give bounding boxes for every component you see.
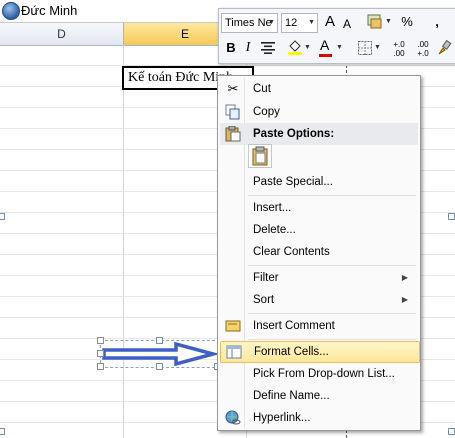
align-center-icon <box>261 42 275 54</box>
comment-icon <box>225 318 241 334</box>
name-bar-text: Đức Minh <box>21 3 78 18</box>
shape-handle[interactable] <box>156 363 163 370</box>
font-name-combo[interactable]: Times Ne ▼ <box>221 13 278 33</box>
paste-option-button[interactable] <box>248 144 272 168</box>
chevron-down-icon: ▼ <box>336 44 343 51</box>
shrink-font-button[interactable]: A <box>341 14 353 34</box>
shape-handle[interactable] <box>156 337 163 344</box>
menu-item-sort[interactable]: Sort ▶ <box>220 289 418 311</box>
accounting-format-icon <box>367 14 382 29</box>
number-format-button[interactable]: ▼ <box>359 12 395 32</box>
menu-item-cut[interactable]: ✂ Cut <box>220 78 418 100</box>
italic-button[interactable]: I <box>241 38 255 58</box>
menu-header-paste-options: Paste Options: <box>220 123 418 145</box>
chevron-down-icon: ▼ <box>304 44 311 51</box>
font-size-combo[interactable]: 12 ▼ <box>281 13 318 33</box>
bold-button[interactable]: B <box>223 38 239 58</box>
font-color-swatch <box>319 54 332 57</box>
scissors-icon: ✂ <box>227 81 239 96</box>
menu-item-define-name[interactable]: Define Name... <box>220 385 418 407</box>
column-header-d[interactable]: D <box>0 23 124 45</box>
hyperlink-icon <box>225 410 241 426</box>
menu-item-pick-from-dropdown[interactable]: Pick From Drop-down List... <box>220 363 418 385</box>
borders-icon <box>358 41 372 55</box>
mini-toolbar: Times Ne ▼ 12 ▼ A A ▼ % , B I ▼ A ▼ ▼ +.… <box>218 8 455 64</box>
office-orb-icon[interactable] <box>2 2 20 20</box>
borders-button[interactable]: ▼ <box>357 38 381 58</box>
paste-clipboard-icon <box>252 146 268 166</box>
increase-decimal-icon: +.0 .00 <box>393 40 405 58</box>
context-menu: ✂ Cut Copy Paste Options: Paste Special.… <box>217 75 421 431</box>
selection-handle[interactable] <box>448 213 455 220</box>
menu-item-clear-contents[interactable]: Clear Contents <box>220 241 418 263</box>
chevron-down-icon: ▼ <box>308 19 315 26</box>
copy-icon <box>225 104 241 120</box>
menu-item-copy[interactable]: Copy <box>220 101 418 123</box>
selection-handle[interactable] <box>0 428 5 435</box>
fill-color-button[interactable]: ▼ <box>285 38 311 58</box>
submenu-arrow-icon: ▶ <box>401 295 408 304</box>
chevron-down-icon: ▼ <box>374 44 381 51</box>
format-cells-icon <box>226 344 242 360</box>
menu-item-insert-comment[interactable]: Insert Comment <box>220 315 418 337</box>
decrease-decimal-icon: .00 +.0 <box>417 40 429 58</box>
menu-item-insert[interactable]: Insert... <box>220 197 418 219</box>
format-painter-button[interactable] <box>435 38 453 58</box>
selection-handle[interactable] <box>448 428 455 435</box>
chevron-down-icon: ▼ <box>385 18 392 25</box>
percent-style-button[interactable]: % <box>399 12 415 32</box>
font-name-value: Times Ne <box>225 17 272 29</box>
font-color-button[interactable]: A ▼ <box>317 37 343 58</box>
paint-bucket-icon <box>288 40 302 55</box>
menu-item-filter[interactable]: Filter ▶ <box>220 267 418 289</box>
paintbrush-icon <box>438 40 452 55</box>
shape-handle[interactable] <box>97 337 104 344</box>
font-color-letter: A <box>320 37 330 53</box>
submenu-arrow-icon: ▶ <box>401 273 408 282</box>
grow-font-button[interactable]: A <box>323 12 337 32</box>
font-size-value: 12 <box>285 17 298 29</box>
decrease-decimal-button[interactable]: .00 +.0 <box>413 38 433 58</box>
menu-item-format-cells[interactable]: Format Cells... <box>220 341 420 363</box>
menu-item-hyperlink[interactable]: Hyperlink... <box>220 407 418 429</box>
chevron-down-icon: ▼ <box>268 19 275 26</box>
align-center-button[interactable] <box>259 38 277 58</box>
paste-icon <box>225 125 241 142</box>
increase-decimal-button[interactable]: +.0 .00 <box>389 38 409 58</box>
shape-handle[interactable] <box>97 350 104 357</box>
menu-item-paste-special[interactable]: Paste Special... <box>220 171 418 193</box>
menu-item-delete[interactable]: Delete... <box>220 219 418 241</box>
shape-handle[interactable] <box>97 363 104 370</box>
comma-style-button[interactable]: , <box>431 12 443 32</box>
selection-handle[interactable] <box>0 213 5 220</box>
